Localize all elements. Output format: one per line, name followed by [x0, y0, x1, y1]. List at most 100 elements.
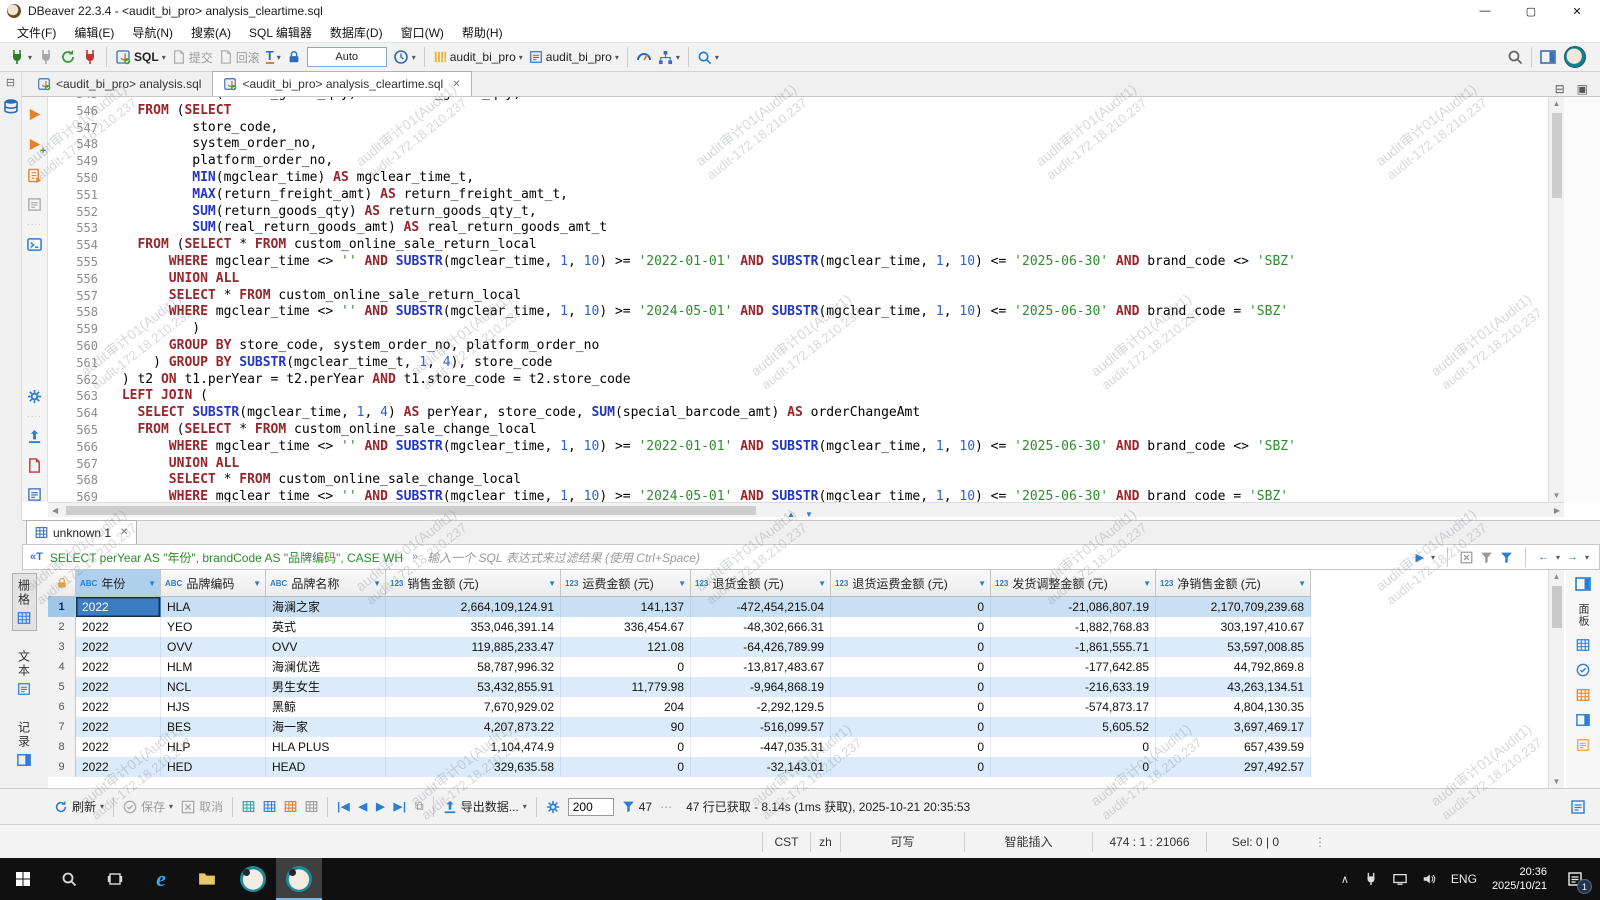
cell-r9-c5[interactable]: -32,143.01 — [691, 757, 831, 777]
text-view-tab[interactable]: 文本 — [12, 644, 37, 702]
menu-item-7[interactable]: 帮助(H) — [453, 22, 512, 43]
calc-panel-icon[interactable] — [1576, 688, 1590, 702]
cell-r8-c4[interactable]: 0 — [561, 737, 691, 757]
cell-r7-c5[interactable]: -516,099.57 — [691, 717, 831, 737]
cell-r7-c4[interactable]: 90 — [561, 717, 691, 737]
filter-type-icon[interactable]: «T — [30, 551, 43, 563]
history-back-icon[interactable]: ← — [1538, 551, 1549, 563]
minimize-view-icon[interactable]: ⊟ — [1555, 82, 1565, 96]
menu-item-4[interactable]: SQL 编辑器 — [240, 22, 321, 43]
cell-r5-c7[interactable]: -216,633.19 — [991, 677, 1156, 697]
taskbar-search-icon[interactable] — [46, 858, 92, 900]
export-data-button[interactable]: 导出数据... ▾ — [439, 798, 531, 815]
filter-input[interactable]: 输入一个 SQL 表达式来过滤结果 (使用 Ctrl+Space) — [427, 549, 1415, 566]
result-settings-gear-icon[interactable] — [542, 800, 564, 814]
cell-r5-c4[interactable]: 11,779.98 — [561, 677, 691, 697]
notification-center-icon[interactable]: 1 — [1562, 866, 1592, 894]
cell-r2-c3[interactable]: 353,046,391.14 — [386, 617, 561, 637]
cell-r1-c7[interactable]: -21,086,807.19 — [991, 597, 1156, 617]
sql-editor[interactable]: 545 SUM(return_goods_qty) AS return_good… — [48, 97, 1548, 502]
cell-r3-c7[interactable]: -1,861,555.71 — [991, 637, 1156, 657]
cell-r4-c0[interactable]: 2022 — [76, 657, 161, 677]
duplicate-row-icon[interactable] — [280, 800, 301, 813]
cancel-button[interactable]: 取消 — [177, 798, 227, 815]
row-number[interactable]: 8 — [48, 737, 76, 757]
cell-r7-c7[interactable]: 5,605.52 — [991, 717, 1156, 737]
cell-r4-c4[interactable]: 0 — [561, 657, 691, 677]
cell-r6-c8[interactable]: 4,804,130.35 — [1156, 697, 1311, 717]
row-number[interactable]: 3 — [48, 637, 76, 657]
output-view-icon[interactable] — [27, 429, 42, 444]
restore-panel-icon[interactable]: ⊟ — [6, 76, 15, 89]
scroll-thumb[interactable] — [1551, 113, 1562, 198]
cell-r9-c6[interactable]: 0 — [831, 757, 991, 777]
copy-result-icon[interactable] — [1570, 799, 1586, 815]
cell-r2-c6[interactable]: 0 — [831, 617, 991, 637]
cell-r9-c4[interactable]: 0 — [561, 757, 691, 777]
column-header-0[interactable]: ABC 年份 ▼ — [76, 570, 161, 596]
cell-r4-c5[interactable]: -13,817,483.67 — [691, 657, 831, 677]
scroll-right-icon[interactable]: ▶ — [1550, 504, 1564, 517]
cell-r3-c5[interactable]: -64,426,789.99 — [691, 637, 831, 657]
cell-r6-c7[interactable]: -574,873.17 — [991, 697, 1156, 717]
cell-r3-c1[interactable]: OVV — [161, 637, 266, 657]
cell-r5-c0[interactable]: 2022 — [76, 677, 161, 697]
new-connection-button[interactable]: ▾ — [6, 47, 35, 67]
cell-r8-c5[interactable]: -447,035.31 — [691, 737, 831, 757]
sort-icon[interactable]: ▼ — [148, 579, 156, 588]
cell-r4-c1[interactable]: HLM — [161, 657, 266, 677]
cell-r3-c6[interactable]: 0 — [831, 637, 991, 657]
history-back-caret[interactable]: ▾ — [1556, 553, 1560, 562]
cell-r6-c1[interactable]: HJS — [161, 697, 266, 717]
cell-r3-c4[interactable]: 121.08 — [561, 637, 691, 657]
nav-next-icon[interactable]: ▶ — [372, 800, 389, 813]
scroll-thumb[interactable] — [1551, 586, 1562, 628]
column-header-4[interactable]: 123 运费金额 (元) ▼ — [561, 570, 691, 596]
sort-icon[interactable]: ▼ — [548, 579, 556, 588]
scroll-thumb[interactable] — [66, 505, 757, 515]
menu-item-3[interactable]: 搜索(A) — [182, 22, 240, 43]
result-grid[interactable]: ABC 年份 ▼ ABC 品牌编码 ▼ ABC 品牌名称 ▼ 123 销售金额 (元) ▼ 123 运费金… — [48, 570, 1548, 788]
cell-r7-c6[interactable]: 0 — [831, 717, 991, 737]
scroll-left-icon[interactable]: ◀ — [48, 504, 62, 517]
history-forward-icon[interactable]: → — [1567, 551, 1578, 563]
column-header-3[interactable]: 123 销售金额 (元) ▼ — [386, 570, 561, 596]
remove-filter-icon[interactable] — [1480, 551, 1493, 564]
sort-icon[interactable]: ▼ — [1298, 579, 1306, 588]
cell-r3-c3[interactable]: 119,885,233.47 — [386, 637, 561, 657]
tray-usb-icon[interactable] — [1364, 872, 1378, 886]
nav-first-icon[interactable]: |◀ — [333, 800, 355, 813]
row-number[interactable]: 4 — [48, 657, 76, 677]
history-forward-caret[interactable]: ▾ — [1585, 553, 1589, 562]
transaction-timeout-button[interactable]: ▾ — [390, 47, 419, 67]
row-number[interactable]: 5 — [48, 677, 76, 697]
cell-r1-c5[interactable]: -472,454,215.04 — [691, 597, 831, 617]
cell-r9-c3[interactable]: 329,635.58 — [386, 757, 561, 777]
execute-statement-icon[interactable] — [27, 107, 42, 122]
cell-r5-c3[interactable]: 53,432,855.91 — [386, 677, 561, 697]
menu-item-6[interactable]: 窗口(W) — [392, 22, 453, 43]
transaction-log-button[interactable]: T ▾ — [263, 48, 284, 66]
sort-icon[interactable]: ▼ — [373, 579, 381, 588]
cell-r7-c2[interactable]: 海一家 — [266, 717, 386, 737]
cell-r7-c0[interactable]: 2022 — [76, 717, 161, 737]
nav-prev-icon[interactable]: ◀ — [355, 800, 372, 813]
cell-r6-c4[interactable]: 204 — [561, 697, 691, 717]
cell-r9-c0[interactable]: 2022 — [76, 757, 161, 777]
aggregate-icon[interactable] — [1576, 738, 1590, 752]
lock-icon[interactable] — [284, 48, 304, 66]
cell-r2-c7[interactable]: -1,882,768.83 — [991, 617, 1156, 637]
start-button[interactable] — [0, 858, 46, 900]
cell-r1-c4[interactable]: 141,137 — [561, 597, 691, 617]
cell-r1-c3[interactable]: 2,664,109,124.91 — [386, 597, 561, 617]
column-header-2[interactable]: ABC 品牌名称 ▼ — [266, 570, 386, 596]
menu-item-5[interactable]: 数据库(D) — [321, 22, 392, 43]
cell-r9-c7[interactable]: 0 — [991, 757, 1156, 777]
cell-r8-c8[interactable]: 657,439.59 — [1156, 737, 1311, 757]
variables-doc-icon[interactable] — [27, 487, 42, 502]
fetch-page-icon[interactable]: ⧉ — [411, 799, 428, 814]
cell-r6-c6[interactable]: 0 — [831, 697, 991, 717]
menu-item-2[interactable]: 导航(N) — [123, 22, 182, 43]
cell-r3-c8[interactable]: 53,597,008.85 — [1156, 637, 1311, 657]
cell-r1-c0[interactable]: 2022 — [76, 597, 161, 617]
